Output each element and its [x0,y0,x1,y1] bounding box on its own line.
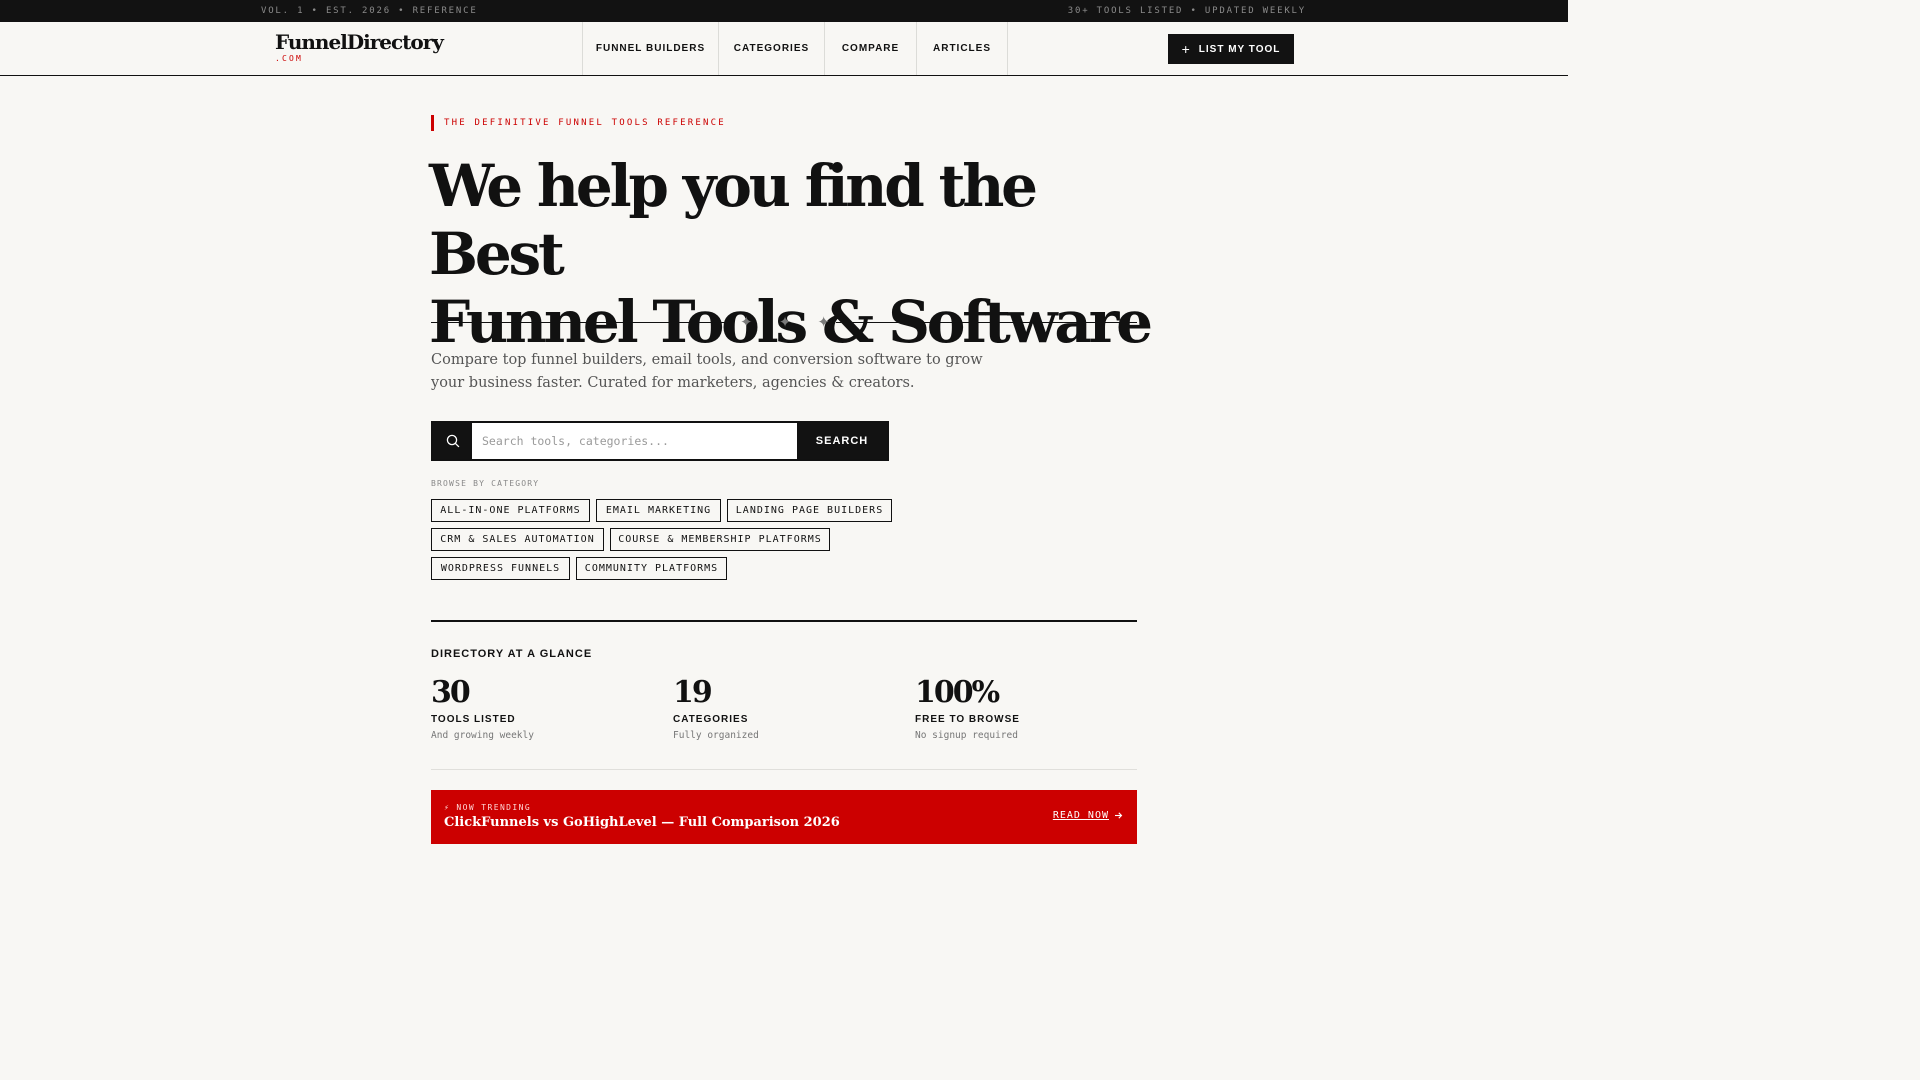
ornament-rule-right [836,322,1137,323]
nav-item-articles[interactable]: ARTICLES [917,22,1008,75]
category-chip-community-platforms[interactable]: COMMUNITY PLATFORMS [576,557,727,580]
stat-value: 19 [673,675,713,710]
ornament-stars: ✦ ✦ ✦ [740,313,830,331]
stat-free-to-browse: 100% FREE TO BROWSE No signup required [915,674,1135,741]
site-logo[interactable]: FunnelDirectory .COM [275,30,444,63]
stat-value: 100% [915,675,1000,710]
category-chip-email-marketing[interactable]: EMAIL MARKETING [596,499,721,522]
hero-description: Compare top funnel builders, email tools… [431,352,983,391]
trending-kicker: ⚡ NOW TRENDING [444,803,532,812]
logo-name: FunnelDirectory [275,30,444,54]
stat-label: FREE TO BROWSE [915,714,1020,725]
stat-categories: 19 CATEGORIES Fully organized [673,674,893,741]
nav-item-funnel-builders[interactable]: FUNNEL BUILDERS [583,22,719,75]
nav-item-compare[interactable]: COMPARE [825,22,917,75]
hero-eyebrow: THE DEFINITIVE FUNNEL TOOLS REFERENCE [431,115,726,131]
list-my-tool-label: LIST MY TOOL [1198,43,1281,55]
topbar-status-text: 30+ TOOLS LISTED • UPDATED WEEKLY [1067,6,1306,16]
search-input[interactable] [472,423,797,459]
ornament-rule-left [431,322,732,323]
stat-sub: Fully organized [673,730,759,741]
search-icon [433,423,472,459]
stats-heading: DIRECTORY AT A GLANCE [431,648,593,660]
trending-title: ClickFunnels vs GoHighLevel — Full Compa… [444,815,840,830]
stat-label: CATEGORIES [673,714,749,725]
trending-banner[interactable]: ⚡ NOW TRENDING ClickFunnels vs GoHighLev… [431,790,1137,844]
search-bar: SEARCH [431,421,889,461]
category-chip-landing-page-builders[interactable]: LANDING PAGE BUILDERS [727,499,892,522]
category-chip-wordpress-funnels[interactable]: WORDPRESS FUNNELS [431,557,570,580]
browse-by-category-label: BROWSE BY CATEGORY [431,479,540,488]
stat-tools-listed: 30 TOOLS LISTED And growing weekly [431,674,651,741]
stat-sub: And growing weekly [431,730,534,741]
section-divider [431,769,1137,770]
stats-divider [431,620,1137,622]
topbar-edition-text: VOL. 1 • EST. 2026 • REFERENCE [261,6,478,16]
plus-icon: + [1181,41,1191,57]
arrow-right-icon [1115,812,1123,819]
headline-line-1: We help you find the Best [429,152,1038,288]
logo-domain: .COM [275,54,304,63]
stat-value: 30 [431,675,471,710]
main-nav: FUNNEL BUILDERS CATEGORIES COMPARE ARTIC… [582,22,1008,75]
category-chip-course-membership[interactable]: COURSE & MEMBERSHIP PLATFORMS [610,528,830,551]
sparkle-icon: ✦ [817,314,830,331]
search-button[interactable]: SEARCH [797,423,887,459]
stat-sub: No signup required [915,730,1018,741]
list-my-tool-button[interactable]: + LIST MY TOOL [1168,34,1294,64]
read-now-label: READ NOW [1052,810,1109,821]
stat-label: TOOLS LISTED [431,714,516,725]
sparkle-icon: ✦ [778,314,792,331]
top-strip: VOL. 1 • EST. 2026 • REFERENCE 30+ TOOLS… [0,0,1568,22]
nav-item-categories[interactable]: CATEGORIES [719,22,825,75]
category-chip-all-in-one[interactable]: ALL-IN-ONE PLATFORMS [431,499,590,522]
sparkle-icon: ✦ [740,314,753,331]
site-header: FunnelDirectory .COM FUNNEL BUILDERS CAT… [0,22,1568,76]
category-chip-crm-sales[interactable]: CRM & SALES AUTOMATION [431,528,604,551]
read-now-link[interactable]: READ NOW [1053,810,1123,821]
